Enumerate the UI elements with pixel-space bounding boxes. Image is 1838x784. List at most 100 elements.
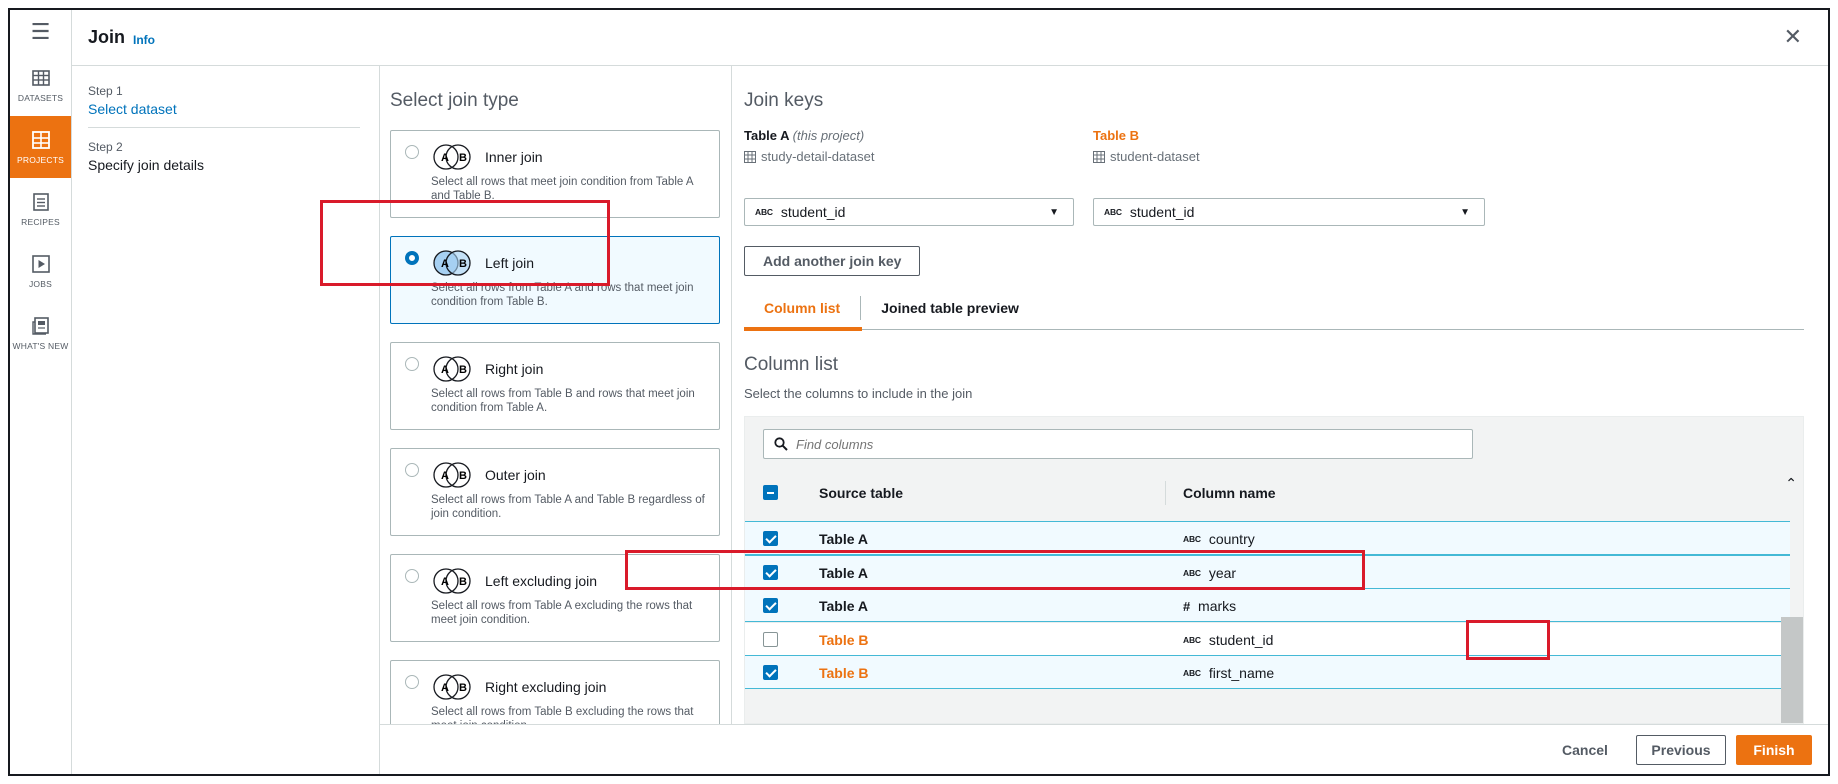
search-input[interactable]	[796, 436, 1436, 452]
radio-button[interactable]	[405, 675, 419, 689]
tab-bar: Column list Joined table preview	[744, 286, 1804, 330]
join-option-inner-join[interactable]: A B Inner join Select all rows that meet…	[390, 130, 720, 218]
join-keys-heading: Join keys	[744, 90, 824, 111]
radio-button[interactable]	[405, 251, 419, 265]
table-a-key-select[interactable]: ABC student_id ▼	[744, 198, 1074, 226]
scrollbar[interactable]	[1781, 617, 1803, 723]
radio-button[interactable]	[405, 145, 419, 159]
finish-button[interactable]: Finish	[1736, 735, 1812, 765]
table-b-dataset-name: student-dataset	[1110, 149, 1200, 164]
table-b-block: Table B student-dataset	[1093, 128, 1200, 164]
radio-button[interactable]	[405, 357, 419, 371]
join-option-description: Select all rows that meet join condition…	[431, 176, 693, 203]
projects-icon	[31, 130, 50, 149]
hamburger-icon[interactable]: ☰	[10, 10, 71, 54]
venn-b-label: B	[459, 258, 467, 270]
select-all-checkbox[interactable]	[763, 485, 778, 500]
column-list-heading: Column list	[744, 354, 838, 375]
rail-item-projects[interactable]: PROJECTS	[10, 116, 71, 178]
info-link[interactable]: Info	[133, 33, 155, 47]
row-checkbox[interactable]	[763, 531, 778, 546]
table-row[interactable]: Table A ABC year	[745, 554, 1790, 589]
row-column-name: # marks	[1183, 598, 1236, 614]
row-checkbox[interactable]	[763, 631, 778, 647]
rail-item-recipes[interactable]: RECIPES	[10, 178, 71, 240]
join-option-right-join[interactable]: A B Right join Select all rows from Tabl…	[390, 342, 720, 430]
join-type-panel: Select join type A B Inner join Select a…	[380, 66, 732, 724]
close-icon[interactable]: ✕	[1784, 24, 1802, 50]
table-row[interactable]: Table B ABC first_name	[745, 655, 1790, 689]
join-option-name: Outer join	[485, 467, 546, 483]
rail-item-datasets[interactable]: DATASETS	[10, 54, 71, 116]
table-b-key-select[interactable]: ABC student_id ▼	[1093, 198, 1485, 226]
join-option-left-excluding-join[interactable]: A B Left excluding join Select all rows …	[390, 554, 720, 642]
venn-diagram-icon: A B	[433, 462, 471, 488]
wizard-steps: Step 1 Select dataset Step 2 Specify joi…	[72, 66, 380, 774]
row-column-value: first_name	[1208, 665, 1275, 681]
row-source-table: Table A	[819, 598, 869, 614]
row-column-value: student_id	[1208, 631, 1274, 648]
venn-diagram-icon: A B	[433, 144, 471, 170]
row-source-table: Table B	[819, 665, 869, 681]
radio-button[interactable]	[405, 569, 419, 583]
join-option-outer-join[interactable]: A B Outer join Select all rows from Tabl…	[390, 448, 720, 536]
venn-a-label: A	[441, 152, 449, 164]
join-option-name: Right excluding join	[485, 679, 607, 695]
row-column-value: marks	[1198, 598, 1237, 614]
caret-down-icon: ▼	[1460, 207, 1470, 218]
venn-a-label: A	[441, 576, 449, 588]
tab-column-list[interactable]: Column list	[744, 295, 862, 320]
number-type-icon: #	[1183, 598, 1191, 614]
string-type-icon: ABC	[755, 207, 773, 217]
caret-down-icon: ▼	[1049, 207, 1059, 218]
venn-b-label: B	[459, 576, 467, 588]
row-column-name: ABC country	[1183, 531, 1255, 547]
join-option-description: Select all rows from Table B and rows th…	[431, 388, 695, 415]
string-type-icon: ABC	[1183, 534, 1201, 544]
nav-rail: ☰ DATASETS PROJECTS RECIPES JOBS WHAT'S …	[10, 10, 72, 774]
chevron-up-icon[interactable]: ⌃	[1785, 475, 1797, 492]
rail-item-jobs[interactable]: JOBS	[10, 240, 71, 302]
page-title: Join	[88, 27, 126, 47]
row-checkbox[interactable]	[763, 665, 778, 680]
step-link-select-dataset[interactable]: Select dataset	[88, 101, 363, 117]
step-1: Step 1 Select dataset	[88, 84, 363, 117]
join-dialog: ☰ DATASETS PROJECTS RECIPES JOBS WHAT'S …	[8, 8, 1830, 776]
add-join-key-button[interactable]: Add another join key	[744, 246, 921, 276]
table-a-dataset-name: study-detail-dataset	[761, 149, 875, 164]
row-checkbox[interactable]	[763, 598, 778, 613]
table-b-dataset: student-dataset	[1093, 149, 1200, 164]
string-type-icon: ABC	[1183, 668, 1201, 678]
table-row[interactable]: Table A ABC country	[745, 521, 1790, 555]
previous-button[interactable]: Previous	[1636, 735, 1726, 765]
rail-label: JOBS	[28, 278, 52, 289]
join-option-name: Inner join	[485, 149, 543, 165]
rail-item-whats-new[interactable]: WHAT'S NEW	[10, 302, 71, 364]
table-a-dataset: study-detail-dataset	[744, 149, 874, 164]
row-column-name: ABC first_name	[1183, 665, 1274, 681]
row-column-name: ABC student_id	[1183, 632, 1273, 648]
column-table: Source table Column name ⌃ Table A ABC c…	[744, 416, 1804, 724]
join-option-right-excluding-join[interactable]: A B Right excluding join Select all rows…	[390, 660, 720, 724]
venn-b-label: B	[459, 682, 467, 694]
table-a-label: Table A (this project)	[744, 128, 874, 143]
row-checkbox[interactable]	[763, 564, 778, 580]
step-divider	[88, 127, 360, 128]
list-icon	[32, 192, 49, 211]
play-icon	[31, 254, 50, 273]
venn-diagram-icon: A B	[433, 568, 471, 594]
search-box[interactable]	[763, 429, 1473, 459]
row-column-value: year	[1208, 564, 1237, 581]
table-b-label: Table B	[1093, 128, 1139, 143]
table-row[interactable]: Table A # marks	[745, 588, 1790, 622]
step-number: Step 2	[88, 140, 123, 154]
venn-a-label: A	[441, 258, 449, 270]
cancel-button[interactable]: Cancel	[1550, 735, 1620, 765]
tab-joined-table-preview[interactable]: Joined table preview	[861, 296, 1039, 320]
table-a-sub: (this project)	[792, 128, 865, 143]
join-option-left-join[interactable]: A B Left join Select all rows from Table…	[390, 236, 720, 324]
venn-a-label: A	[441, 364, 449, 376]
venn-a-label: A	[441, 470, 449, 482]
table-row[interactable]: Table B ABC student_id	[745, 621, 1790, 656]
radio-button[interactable]	[405, 463, 419, 477]
